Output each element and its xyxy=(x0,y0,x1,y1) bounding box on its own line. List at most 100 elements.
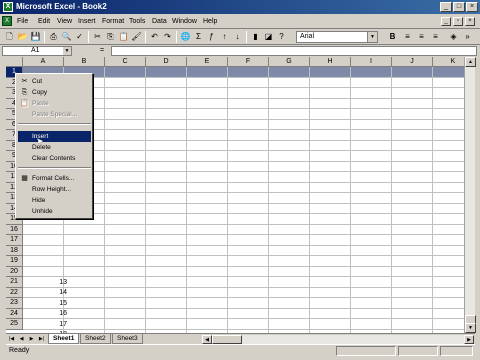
print-icon[interactable]: ⎙ xyxy=(48,31,59,42)
select-all-button[interactable] xyxy=(6,57,23,67)
column-header-b[interactable]: B xyxy=(64,57,105,67)
menu-file[interactable]: File xyxy=(17,17,28,26)
excel-icon[interactable]: X xyxy=(3,2,13,12)
new-icon[interactable]: 🗋 xyxy=(4,31,15,42)
align-center-icon[interactable]: ≡ xyxy=(416,31,427,42)
menu-window[interactable]: Window xyxy=(172,17,197,26)
column-header-d[interactable]: D xyxy=(146,57,187,67)
menu-item-unhide[interactable]: Unhide xyxy=(18,206,91,217)
menu-format[interactable]: Format xyxy=(102,17,124,26)
print-preview-icon[interactable]: 🔍 xyxy=(61,31,72,42)
copy-icon[interactable]: ⎘ xyxy=(105,31,116,42)
doc-minimize-button[interactable]: _ xyxy=(441,17,451,26)
chevron-down-icon[interactable]: ▼ xyxy=(367,32,377,42)
row-header-20[interactable]: 20 xyxy=(6,266,23,277)
scroll-right-icon[interactable]: ▶ xyxy=(464,335,474,344)
close-button[interactable]: × xyxy=(466,2,478,12)
menu-item-cut[interactable]: ✂ Cut xyxy=(18,76,91,87)
open-icon[interactable]: 📂 xyxy=(17,31,28,42)
horizontal-scrollbar[interactable]: ◀ ▶ xyxy=(202,335,474,344)
cut-icon[interactable]: ✂ xyxy=(92,31,103,42)
minimize-button[interactable]: _ xyxy=(440,2,452,12)
fill-color-icon[interactable]: ◈ xyxy=(448,31,459,42)
column-header-c[interactable]: C xyxy=(105,57,146,67)
doc-restore-button[interactable]: ▫ xyxy=(453,17,463,26)
menu-item-delete[interactable]: Delete xyxy=(18,142,91,153)
undo-icon[interactable]: ↶ xyxy=(149,31,160,42)
menu-view[interactable]: View xyxy=(57,17,72,26)
menu-item-copy[interactable]: ⎘ Copy xyxy=(18,87,91,98)
row-header-24[interactable]: 24 xyxy=(6,308,23,319)
chevron-down-icon[interactable]: ▼ xyxy=(63,47,71,55)
workbook-icon[interactable]: X xyxy=(2,16,12,26)
scroll-left-icon[interactable]: ◀ xyxy=(202,335,212,344)
next-sheet-icon[interactable]: ▶ xyxy=(27,335,36,344)
save-icon[interactable]: 💾 xyxy=(30,31,41,42)
menu-item-clear-contents[interactable]: Clear Contents xyxy=(18,153,91,164)
row-header-17[interactable]: 17 xyxy=(6,235,23,246)
align-left-icon[interactable]: ≡ xyxy=(402,31,413,42)
formula-input[interactable] xyxy=(111,46,477,56)
doc-close-button[interactable]: × xyxy=(465,17,475,26)
column-header-h[interactable]: H xyxy=(310,57,351,67)
vertical-scrollbar[interactable]: ▲ ▼ xyxy=(464,57,476,333)
row-header-23[interactable]: 23 xyxy=(6,298,23,309)
align-right-icon[interactable]: ≡ xyxy=(430,31,441,42)
toolbar-options-icon[interactable]: » xyxy=(462,31,473,42)
column-header-f[interactable]: F xyxy=(228,57,269,67)
font-name-select[interactable]: Arial ▼ xyxy=(296,31,378,43)
menu-data[interactable]: Data xyxy=(152,17,167,26)
cell-a19[interactable]: 17 xyxy=(28,320,67,330)
menu-edit[interactable]: Edit xyxy=(38,17,50,26)
hyperlink-icon[interactable]: 🌐 xyxy=(180,31,191,42)
menu-insert[interactable]: Insert xyxy=(78,17,96,26)
row-header-19[interactable]: 19 xyxy=(6,256,23,267)
first-sheet-icon[interactable]: |◀ xyxy=(7,335,16,344)
menu-item-paste-special[interactable]: Paste Special... xyxy=(18,109,91,120)
tab-sheet2[interactable]: Sheet2 xyxy=(80,334,111,344)
sort-descending-icon[interactable]: ↓ xyxy=(232,31,243,42)
chart-wizard-icon[interactable]: ▮ xyxy=(250,31,261,42)
menu-tools[interactable]: Tools xyxy=(129,17,145,26)
edit-formula-button[interactable]: = xyxy=(100,46,104,56)
name-box[interactable]: A1 ▼ xyxy=(2,46,72,56)
scroll-down-icon[interactable]: ▼ xyxy=(465,323,476,333)
menu-help[interactable]: Help xyxy=(203,17,217,26)
scroll-up-icon[interactable]: ▲ xyxy=(465,57,476,67)
column-header-e[interactable]: E xyxy=(187,57,228,67)
row-header-18[interactable]: 18 xyxy=(6,245,23,256)
menu-item-hide[interactable]: Hide xyxy=(18,195,91,206)
column-header-i[interactable]: I xyxy=(351,57,392,67)
menu-item-insert[interactable]: Insert xyxy=(18,131,91,142)
column-header-k[interactable]: K xyxy=(433,57,464,67)
scroll-thumb-horizontal[interactable] xyxy=(212,335,242,344)
row-header-22[interactable]: 22 xyxy=(6,287,23,298)
row-header-25[interactable]: 25 xyxy=(6,319,23,330)
column-header-j[interactable]: J xyxy=(392,57,433,67)
menu-item-paste[interactable]: 📋 Paste xyxy=(18,98,91,109)
tab-sheet3[interactable]: Sheet3 xyxy=(112,334,143,344)
cell-a16[interactable]: 14 xyxy=(28,288,67,298)
row-header-21[interactable]: 21 xyxy=(6,277,23,288)
spelling-icon[interactable]: ✓ xyxy=(74,31,85,42)
paste-icon[interactable]: 📋 xyxy=(118,31,129,42)
cell-a17[interactable]: 15 xyxy=(28,299,67,309)
cell-a18[interactable]: 16 xyxy=(28,309,67,319)
sort-ascending-icon[interactable]: ↑ xyxy=(219,31,230,42)
maximize-button[interactable]: □ xyxy=(453,2,465,12)
drawing-icon[interactable]: ◪ xyxy=(263,31,274,42)
menu-item-row-height[interactable]: Row Height... xyxy=(18,184,91,195)
tab-sheet1[interactable]: Sheet1 xyxy=(48,334,80,344)
cell-a15[interactable]: 13 xyxy=(28,278,67,288)
function-icon[interactable]: ƒ xyxy=(206,31,217,42)
help-icon[interactable]: ? xyxy=(276,31,287,42)
last-sheet-icon[interactable]: ▶| xyxy=(37,335,46,344)
format-painter-icon[interactable]: 🖌 xyxy=(131,31,142,42)
row-header-16[interactable]: 16 xyxy=(6,224,23,235)
column-header-a[interactable]: A xyxy=(23,57,64,67)
redo-icon[interactable]: ↷ xyxy=(162,31,173,42)
bold-icon[interactable]: B xyxy=(387,31,398,42)
prev-sheet-icon[interactable]: ◀ xyxy=(17,335,26,344)
menu-item-format-cells[interactable]: ▦ Format Cells... xyxy=(18,173,91,184)
column-header-g[interactable]: G xyxy=(269,57,310,67)
